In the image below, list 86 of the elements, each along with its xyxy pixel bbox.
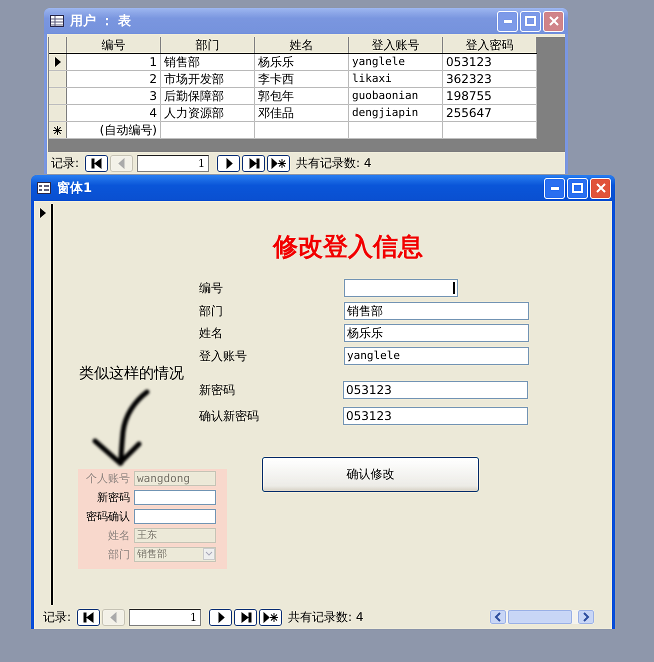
field-label: 部门 [107, 546, 131, 562]
first-record-button[interactable] [85, 154, 108, 172]
column-header[interactable]: 姓名 [255, 37, 349, 53]
table-cell: 4 [67, 105, 161, 121]
table-icon [50, 15, 64, 27]
text-field[interactable]: 销售部 [344, 302, 529, 320]
minimize-icon [504, 20, 512, 22]
window-title: 用户 ： 表 [70, 12, 132, 30]
table-cell: 郭包年 [255, 88, 349, 104]
form-icon [37, 182, 51, 194]
form-heading: 修改登入信息 [273, 231, 423, 263]
confirm-button[interactable]: 确认修改 [262, 457, 479, 492]
row-selector[interactable] [49, 122, 67, 138]
close-icon [596, 183, 606, 193]
maximize-icon [572, 183, 583, 193]
record-count: 共有记录数: 4 [288, 608, 364, 626]
table-cell: 市场开发部 [161, 71, 255, 87]
last-record-button[interactable] [242, 154, 266, 172]
field-label: 确认新密码 [199, 408, 259, 425]
new-record-button[interactable] [259, 608, 282, 626]
field-label: 密码确认 [85, 508, 131, 524]
table-cell: 杨乐乐 [255, 54, 349, 70]
record-label: 记录: [51, 154, 80, 172]
record-number-field[interactable]: 1 [137, 154, 210, 172]
field-label: 编号 [199, 280, 223, 297]
record-number-field[interactable]: 1 [129, 608, 202, 626]
current-record-icon [40, 208, 46, 218]
text-field[interactable]: 053123 [343, 407, 528, 425]
text-field[interactable] [344, 279, 458, 297]
minimize-icon [550, 186, 558, 190]
column-header[interactable]: 部门 [161, 37, 255, 53]
field-label: 新密码 [199, 382, 235, 399]
field-label: 姓名 [199, 325, 223, 342]
text-field[interactable]: 杨乐乐 [344, 324, 529, 342]
next-record-button[interactable] [217, 154, 240, 172]
maximize-button[interactable] [567, 178, 588, 198]
table-cell: 后勤保障部 [161, 88, 255, 104]
table-cell: 销售部 [161, 54, 255, 70]
column-header[interactable]: 登入账号 [349, 37, 443, 53]
scroll-thumb[interactable] [508, 610, 572, 624]
column-header[interactable]: 登入密码 [443, 37, 537, 53]
asterisk-icon [53, 126, 62, 134]
close-button[interactable] [590, 178, 611, 198]
annotation-text: 类似这样的情况 [79, 364, 184, 383]
field-label: 部门 [199, 303, 223, 320]
text-field[interactable] [134, 490, 216, 504]
table-cell: 362323 [443, 71, 537, 87]
table-cell: 李卡西 [255, 71, 349, 87]
minimize-button[interactable] [544, 178, 565, 198]
table-cell: dengjiapin [349, 105, 443, 121]
table-cell: likaxi [349, 71, 443, 87]
table-cell: (自动编号) [67, 122, 161, 138]
field-label: 登入账号 [199, 348, 247, 365]
table-cell: 3 [67, 88, 161, 104]
table-cell: 邓佳品 [255, 105, 349, 121]
scroll-left-icon [490, 610, 506, 624]
row-selector[interactable] [49, 54, 67, 70]
field-label: 姓名 [107, 528, 131, 542]
scroll-right-icon [578, 610, 594, 624]
table-cell: guobaonian [349, 88, 443, 104]
table-cell: yanglele [349, 54, 443, 70]
close-icon [548, 16, 558, 26]
column-header[interactable]: 编号 [67, 37, 161, 53]
field-label: 新密码 [96, 490, 131, 504]
window-title: 窗体1 [57, 180, 92, 197]
record-count: 共有记录数: 4 [296, 154, 372, 172]
record-label: 记录: [43, 608, 72, 626]
table-cell: 人力资源部 [161, 105, 255, 121]
last-record-button[interactable] [234, 608, 258, 626]
new-record-button[interactable] [267, 154, 290, 172]
current-row-icon [54, 57, 60, 67]
table-cell: 255647 [443, 105, 537, 121]
text-field[interactable]: yanglele [344, 347, 529, 365]
table-cell: 053123 [443, 54, 537, 70]
arrow-asterisk-icon [270, 158, 287, 169]
field-label: 个人账号 [85, 470, 131, 486]
text-field[interactable] [134, 508, 216, 524]
text-field[interactable]: 053123 [343, 381, 528, 399]
table-cell: 1 [67, 54, 161, 70]
horizontal-scrollbar[interactable] [490, 610, 594, 624]
first-record-button[interactable] [77, 608, 100, 626]
next-record-button[interactable] [209, 608, 232, 626]
arrow-asterisk-icon [262, 612, 279, 622]
table-cell: 198755 [443, 88, 537, 104]
maximize-icon [525, 16, 536, 26]
table-cell: 2 [67, 71, 161, 87]
